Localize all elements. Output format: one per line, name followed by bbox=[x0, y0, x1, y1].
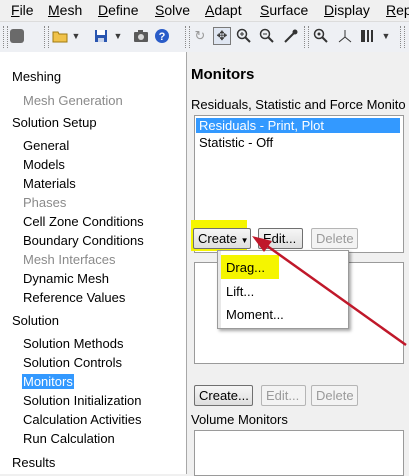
nav-item-phases[interactable]: Phases bbox=[22, 195, 67, 210]
fit-view-icon[interactable] bbox=[313, 28, 329, 44]
nav-item-solution-initialization[interactable]: Solution Initialization bbox=[22, 393, 143, 408]
delete-button-2[interactable]: Delete bbox=[311, 385, 358, 406]
nav-item-monitors[interactable]: Monitors bbox=[22, 374, 74, 389]
create-dropdown-button[interactable]: Create ▼ bbox=[193, 228, 251, 249]
edit-button-2[interactable]: Edit... bbox=[261, 385, 306, 406]
help-icon[interactable]: ? bbox=[154, 28, 170, 44]
menu-define[interactable]: Define bbox=[98, 2, 138, 18]
menu-item-moment[interactable]: Moment... bbox=[226, 307, 284, 322]
nav-item-mesh-interfaces[interactable]: Mesh Interfaces bbox=[22, 252, 117, 267]
toolbar-grip[interactable] bbox=[400, 26, 405, 48]
create-dropdown-menu: Drag... Lift... Moment... bbox=[217, 250, 349, 329]
layout-icon[interactable] bbox=[360, 28, 376, 44]
menu-display[interactable]: Display bbox=[324, 2, 370, 18]
save-state-icon[interactable] bbox=[10, 29, 24, 43]
nav-section-meshing[interactable]: Meshing bbox=[11, 69, 62, 84]
toolbar-grip[interactable] bbox=[3, 26, 8, 48]
nav-item-reference-values[interactable]: Reference Values bbox=[22, 290, 126, 305]
chevron-down-icon[interactable]: ▼ bbox=[110, 28, 126, 44]
nav-section-results[interactable]: Results bbox=[11, 455, 56, 470]
nav-item-run-calculation[interactable]: Run Calculation bbox=[22, 431, 116, 446]
menu-item-drag[interactable]: Drag... bbox=[226, 260, 265, 275]
page-title: Monitors bbox=[191, 66, 255, 83]
list-item[interactable]: Statistic - Off bbox=[196, 135, 276, 150]
open-folder-icon[interactable] bbox=[52, 28, 68, 44]
axes-icon[interactable] bbox=[337, 28, 353, 44]
nav-item-solution-methods[interactable]: Solution Methods bbox=[22, 336, 124, 351]
nav-item-mesh-generation[interactable]: Mesh Generation bbox=[22, 93, 124, 108]
nav-item-cell-zone-conditions[interactable]: Cell Zone Conditions bbox=[22, 214, 145, 229]
probe-icon[interactable] bbox=[283, 28, 299, 44]
menu-surface[interactable]: Surface bbox=[260, 2, 308, 18]
menu-mesh[interactable]: Mesh bbox=[48, 2, 82, 18]
residuals-section-label: Residuals, Statistic and Force Monito bbox=[191, 97, 406, 112]
create-button-label: Create bbox=[198, 231, 238, 246]
toolbar-grip[interactable] bbox=[304, 26, 309, 48]
chevron-down-icon: ▼ bbox=[240, 236, 249, 245]
nav-section-solution-setup[interactable]: Solution Setup bbox=[11, 115, 98, 130]
nav-item-solution-controls[interactable]: Solution Controls bbox=[22, 355, 123, 370]
nav-item-dynamic-mesh[interactable]: Dynamic Mesh bbox=[22, 271, 110, 286]
toolbar: ▼ ▼ ? ↻ ✥ ▼ bbox=[0, 21, 409, 53]
delete-button[interactable]: Delete bbox=[311, 228, 358, 249]
toolbar-grip[interactable] bbox=[44, 26, 49, 48]
navigation-tree: Meshing Mesh Generation Solution Setup G… bbox=[0, 52, 187, 474]
nav-item-calculation-activities[interactable]: Calculation Activities bbox=[22, 412, 143, 427]
toolbar-grip[interactable] bbox=[185, 26, 190, 48]
nav-item-boundary-conditions[interactable]: Boundary Conditions bbox=[22, 233, 145, 248]
nav-item-materials[interactable]: Materials bbox=[22, 176, 77, 191]
monitors-panel: Monitors Residuals, Statistic and Force … bbox=[187, 52, 409, 476]
menu-file[interactable]: File bbox=[11, 2, 34, 18]
volume-monitor-list[interactable] bbox=[194, 430, 404, 476]
zoom-in-icon[interactable] bbox=[236, 28, 252, 44]
save-icon[interactable] bbox=[93, 28, 109, 44]
zoom-box-icon[interactable] bbox=[259, 28, 275, 44]
svg-text:?: ? bbox=[159, 31, 166, 43]
menu-solve[interactable]: Solve bbox=[155, 2, 190, 18]
menu-bar: File Mesh Define Solve Adapt Surface Dis… bbox=[0, 0, 409, 21]
chevron-down-icon[interactable]: ▼ bbox=[68, 28, 84, 44]
list-item[interactable]: Residuals - Print, Plot bbox=[196, 118, 400, 133]
edit-button[interactable]: Edit... bbox=[258, 228, 303, 249]
nav-section-solution[interactable]: Solution bbox=[11, 313, 60, 328]
nav-item-general[interactable]: General bbox=[22, 138, 70, 153]
volume-monitors-label: Volume Monitors bbox=[191, 412, 288, 427]
menu-report[interactable]: Rep bbox=[386, 2, 409, 18]
rotate-icon[interactable]: ↻ bbox=[192, 28, 208, 44]
create-button[interactable]: Create... bbox=[194, 385, 253, 406]
menu-item-lift[interactable]: Lift... bbox=[226, 284, 254, 299]
menu-adapt[interactable]: Adapt bbox=[205, 2, 242, 18]
camera-icon[interactable] bbox=[133, 28, 149, 44]
pan-icon[interactable]: ✥ bbox=[213, 27, 231, 45]
chevron-down-icon[interactable]: ▼ bbox=[378, 28, 394, 44]
nav-item-models[interactable]: Models bbox=[22, 157, 66, 172]
